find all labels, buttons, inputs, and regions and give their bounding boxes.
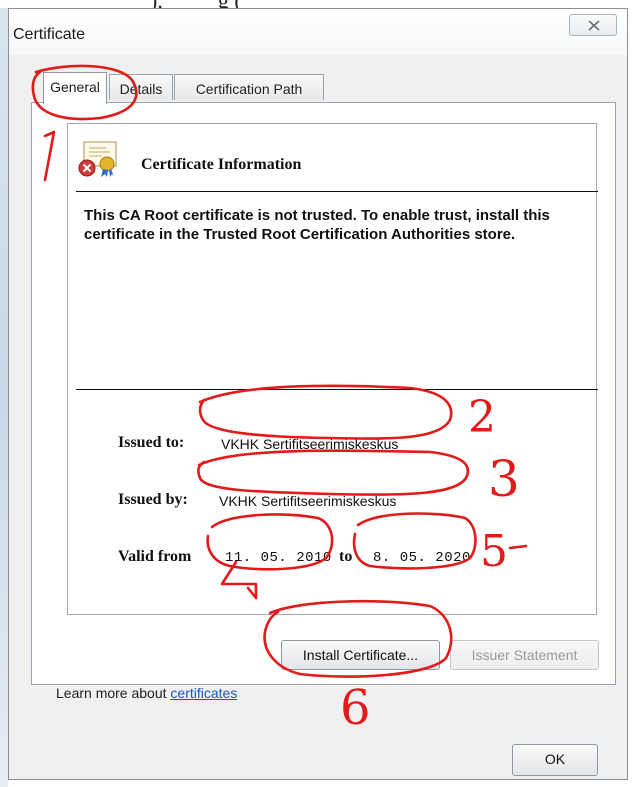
certificates-link[interactable]: certificates <box>170 685 237 701</box>
learn-more-text: Learn more about certificates <box>56 685 237 701</box>
issued-to-label: Issued to: <box>118 434 185 451</box>
valid-to-value[interactable]: 8. 05. 2020 <box>373 550 471 566</box>
valid-from-label: Valid from <box>118 548 192 565</box>
issued-to-value[interactable]: VKHK Sertifitseerimiskeskus <box>221 436 398 452</box>
certificate-error-icon <box>78 141 117 177</box>
title-bar: Certificate <box>9 9 627 55</box>
close-button[interactable] <box>569 14 617 36</box>
valid-to-label: to <box>339 548 353 565</box>
issued-by-value[interactable]: VKHK Sertifitseerimiskeskus <box>219 493 396 509</box>
certificate-info-frame: Certificate Information This CA Root cer… <box>67 123 598 615</box>
valid-from-value[interactable]: 11. 05. 2010 <box>225 550 332 566</box>
window-title: Certificate <box>13 26 86 43</box>
caption-fragment: ), g ( <box>0 0 633 8</box>
close-icon <box>588 20 600 31</box>
issuer-statement-button[interactable]: Issuer Statement <box>450 640 599 670</box>
tab-certification-path[interactable]: Certification Path <box>174 74 324 100</box>
trust-warning-message: This CA Root certificate is not trusted.… <box>84 207 550 243</box>
tab-general[interactable]: General <box>43 72 107 104</box>
learn-more-prefix: Learn more about <box>56 685 171 701</box>
background-desktop <box>0 8 8 787</box>
certificate-information-heading: Certificate Information <box>141 156 302 173</box>
ok-button[interactable]: OK <box>512 744 598 776</box>
certificate-dialog: Certificate General Details Certificatio… <box>8 8 628 780</box>
divider <box>76 191 598 192</box>
divider <box>76 389 598 390</box>
general-tab-panel: Certificate Information This CA Root cer… <box>31 102 616 701</box>
install-certificate-button[interactable]: Install Certificate... <box>281 640 440 670</box>
tab-details[interactable]: Details <box>109 74 173 100</box>
issued-by-label: Issued by: <box>118 491 188 508</box>
